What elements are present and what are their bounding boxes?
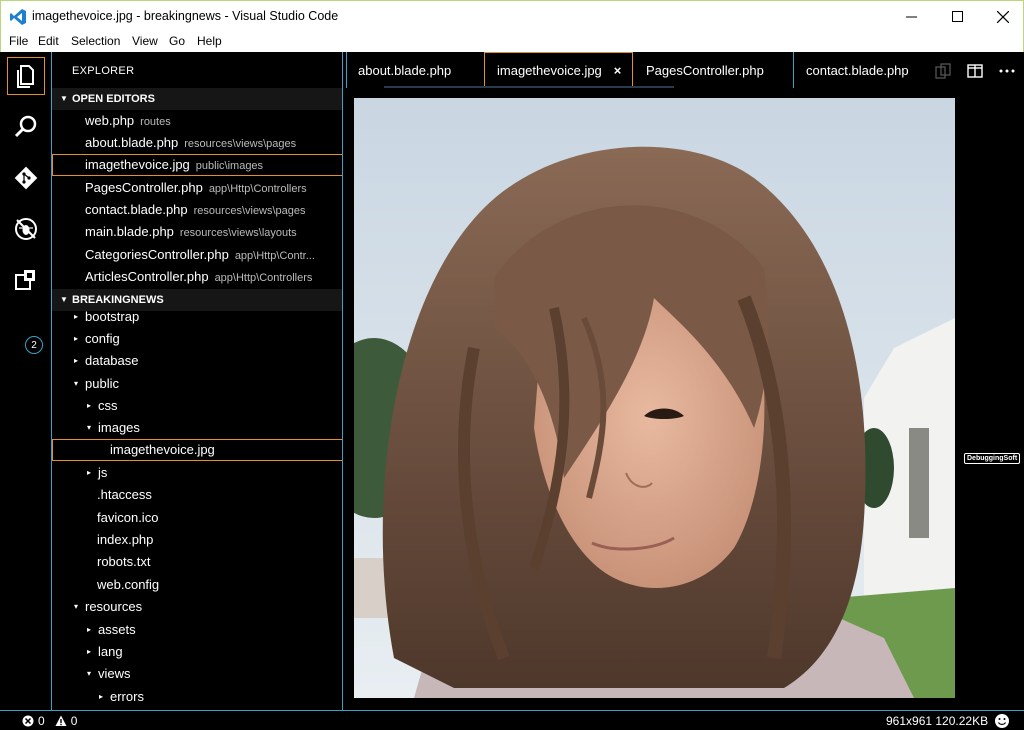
chevron-right-icon: ▸ <box>87 647 92 656</box>
tree-folder[interactable]: ▸ errors <box>52 686 342 708</box>
open-editor-item[interactable]: ArticlesController.php app\Http\Controlle… <box>52 266 342 288</box>
tree-file[interactable]: .htaccess <box>52 484 342 506</box>
explorer-sidebar: EXPLORER ▼ OPEN EDITORS web.php routes ab… <box>52 52 343 710</box>
chevron-right-icon: ▸ <box>74 312 79 321</box>
chevron-down-icon: ▼ <box>60 295 68 304</box>
activity-bar: 2 <box>0 52 52 710</box>
image-preview-editor: DebuggingSoft <box>344 88 1024 710</box>
tree-file[interactable]: robots.txt <box>52 551 342 573</box>
feedback-smiley-icon[interactable] <box>994 713 1010 729</box>
tree-folder[interactable]: ▾ resources <box>52 596 342 618</box>
tab-about-blade[interactable]: about.blade.php <box>346 52 482 88</box>
image-size-info: 961x961 120.22KB <box>886 714 989 728</box>
tree-file-selected[interactable]: imagethevoice.jpg <box>52 439 342 461</box>
more-actions-icon[interactable] <box>998 62 1016 80</box>
image-preview <box>354 98 955 698</box>
debug-icon <box>15 218 37 240</box>
chevron-down-icon: ▼ <box>60 94 68 103</box>
maximize-button[interactable] <box>934 1 980 32</box>
tab-pages-controller[interactable]: PagesController.php <box>634 52 792 88</box>
tab-contact-blade[interactable]: contact.blade.php <box>794 52 929 88</box>
chevron-down-icon: ▾ <box>74 379 79 388</box>
activity-git[interactable] <box>7 159 45 197</box>
open-editor-item[interactable]: main.blade.php resources\views\layouts <box>52 221 342 243</box>
extensions-icon <box>15 270 35 290</box>
window-title: imagethevoice.jpg - breakingnews - Visua… <box>32 9 339 23</box>
menu-edit[interactable]: Edit <box>38 34 59 48</box>
extensions-badge: 2 <box>25 336 43 354</box>
minimize-button[interactable] <box>888 1 934 32</box>
menu-go[interactable]: Go <box>169 34 185 48</box>
tree-folder[interactable]: ▾ views <box>52 663 342 685</box>
tree-folder[interactable]: ▸ lang <box>52 641 342 663</box>
error-count: 0 <box>38 714 45 728</box>
close-icon <box>997 10 1009 23</box>
maximize-icon <box>951 11 963 22</box>
files-icon <box>17 65 34 88</box>
chevron-right-icon: ▸ <box>74 356 79 365</box>
tree-folder[interactable]: ▸ database <box>52 350 342 372</box>
tree-folder[interactable]: ▸ css <box>52 395 342 417</box>
chevron-down-icon: ▾ <box>87 423 92 432</box>
problems-indicator[interactable]: 0 0 <box>22 714 77 728</box>
chevron-right-icon: ▸ <box>87 401 92 410</box>
tree-file[interactable]: web.config <box>52 574 342 596</box>
explorer-title: EXPLORER <box>72 65 135 77</box>
chevron-right-icon: ▸ <box>74 334 79 343</box>
tree-folder[interactable]: ▸ bootstrap <box>52 306 342 328</box>
chevron-right-icon: ▸ <box>87 625 92 634</box>
open-editor-item[interactable]: web.php routes <box>52 110 342 132</box>
vscode-logo-icon <box>10 9 26 25</box>
chevron-down-icon: ▾ <box>74 602 79 611</box>
tree-folder[interactable]: ▸ config <box>52 328 342 350</box>
status-bar: 0 0 961x961 120.22KB <box>0 710 1024 730</box>
menu-file[interactable]: File <box>9 34 28 48</box>
menu-help[interactable]: Help <box>197 34 222 48</box>
open-editors-header[interactable]: ▼ OPEN EDITORS <box>52 88 342 110</box>
search-icon <box>14 115 37 138</box>
editor-tab-bar: about.blade.php imagethevoice.jpg × Page… <box>344 52 1024 88</box>
title-bar: imagethevoice.jpg - breakingnews - Visua… <box>0 0 1024 31</box>
menu-view[interactable]: View <box>132 34 158 48</box>
tree-folder[interactable]: ▸ js <box>52 462 342 484</box>
tree-file[interactable]: favicon.ico <box>52 507 342 529</box>
error-icon <box>22 715 34 727</box>
tree-folder[interactable]: ▾ public <box>52 373 342 395</box>
activity-search[interactable] <box>7 108 45 146</box>
chevron-right-icon: ▸ <box>99 692 104 701</box>
tree-file[interactable]: index.php <box>52 529 342 551</box>
split-editor-icon[interactable] <box>966 62 984 80</box>
watermark-logo: DebuggingSoft <box>964 453 1021 464</box>
warning-count: 0 <box>70 714 78 728</box>
minimize-icon <box>905 16 917 18</box>
tab-imagethevoice[interactable]: imagethevoice.jpg × <box>484 52 633 88</box>
open-changes-icon[interactable] <box>934 62 952 80</box>
open-editor-item[interactable]: PagesController.php app\Http\Controllers <box>52 177 342 199</box>
tree-folder[interactable]: ▾ images <box>52 417 342 439</box>
open-editor-item-active[interactable]: imagethevoice.jpg public\images <box>52 154 342 176</box>
open-editor-item[interactable]: about.blade.php resources\views\pages <box>52 132 342 154</box>
tree-folder[interactable]: ▸ assets <box>52 619 342 641</box>
open-editor-item[interactable]: CategoriesController.php app\Http\Contr..… <box>52 244 342 266</box>
menu-bar: File Edit Selection View Go Help <box>0 31 1024 52</box>
chevron-right-icon: ▸ <box>87 468 92 477</box>
activity-extensions[interactable] <box>7 261 45 299</box>
warning-icon <box>55 715 67 726</box>
git-icon <box>14 166 38 190</box>
activity-explorer[interactable] <box>7 57 45 95</box>
activity-debug[interactable] <box>7 210 45 248</box>
menu-selection[interactable]: Selection <box>71 34 120 48</box>
close-tab-icon[interactable]: × <box>614 63 622 78</box>
close-window-button[interactable] <box>980 1 1024 32</box>
open-editor-item[interactable]: contact.blade.php resources\views\pages <box>52 199 342 221</box>
chevron-down-icon: ▾ <box>87 669 92 678</box>
